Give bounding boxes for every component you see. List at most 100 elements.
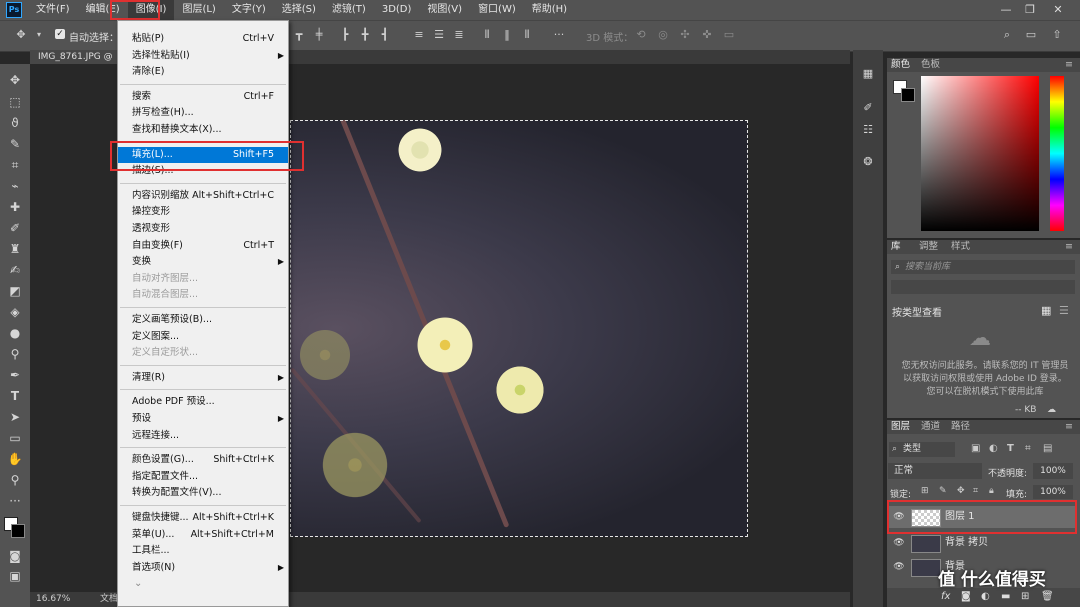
distribute-left-icon[interactable]: ⫴ <box>480 28 494 42</box>
menu-help[interactable]: 帮助(H) <box>524 0 575 20</box>
align-right-icon[interactable]: ┫ <box>378 28 392 42</box>
menu-item[interactable]: 首选项(N) ▶ <box>118 560 288 576</box>
tab-styles[interactable]: 样式 <box>951 240 970 254</box>
history-panel-icon[interactable]: ▦ <box>860 66 876 82</box>
lock-artboard-icon[interactable]: ⌗ <box>973 486 978 496</box>
quick-mask-icon[interactable]: ◙ <box>7 548 23 564</box>
align-hcenter-icon[interactable]: ╋ <box>358 28 372 42</box>
opacity-input[interactable]: 100% <box>1033 463 1073 479</box>
filter-adjustment-icon[interactable]: ◐ <box>989 443 998 454</box>
scale-3d-icon[interactable]: ▭ <box>722 28 736 42</box>
properties-panel-icon[interactable]: ☷ <box>860 122 876 138</box>
menu-select[interactable]: 选择(S) <box>274 0 324 20</box>
align-vcenter-icon[interactable]: ╪ <box>312 28 326 42</box>
healing-brush-tool-icon[interactable]: ✚ <box>7 199 23 215</box>
menu-item[interactable]: 菜单(U)... Alt+Shift+Ctrl+M <box>118 527 288 543</box>
eraser-tool-icon[interactable]: ◩ <box>7 283 23 299</box>
rectangle-tool-icon[interactable]: ▭ <box>7 430 23 446</box>
crop-tool-icon[interactable]: ⌗ <box>7 157 23 173</box>
eyedropper-tool-icon[interactable]: ⌁ <box>7 178 23 194</box>
menu-item[interactable]: 清理(R) ▶ <box>118 370 288 386</box>
tab-adjustments[interactable]: 调整 <box>919 240 938 254</box>
distribute-bottom-icon[interactable]: ≣ <box>452 28 466 42</box>
minimize-icon[interactable]: — <box>994 0 1018 20</box>
menu-item[interactable]: 粘贴(P) Ctrl+V <box>118 31 288 47</box>
pan-3d-icon[interactable]: ✣ <box>678 28 692 42</box>
layer-name[interactable]: 背景 拷贝 <box>945 532 988 554</box>
panel-menu-icon[interactable]: ≡ <box>1065 58 1073 72</box>
orbit-3d-icon[interactable]: ⟲ <box>634 28 648 42</box>
move-tool-icon[interactable]: ✥ <box>7 72 23 88</box>
menu-item[interactable]: Adobe PDF 预设... <box>118 394 288 410</box>
chevron-down-icon[interactable]: ▾ <box>32 28 46 42</box>
list-view-icon[interactable]: ☰ <box>1059 304 1069 317</box>
lasso-tool-icon[interactable]: ϑ <box>7 115 23 131</box>
menu-item[interactable]: 指定配置文件... <box>118 469 288 485</box>
menu-item[interactable]: 定义自定形状... <box>118 345 288 361</box>
zoom-tool-icon[interactable]: ⚲ <box>7 472 23 488</box>
cloud-sync-icon[interactable]: ☁ <box>1047 405 1056 415</box>
menu-3d[interactable]: 3D(D) <box>374 0 420 20</box>
slide-3d-icon[interactable]: ✜ <box>700 28 714 42</box>
fill-input[interactable]: 100% <box>1033 485 1073 499</box>
zoom-level[interactable]: 16.67% <box>36 592 70 607</box>
tab-color[interactable]: 颜色 <box>891 58 910 72</box>
character-panel-icon[interactable]: ❂ <box>860 154 876 170</box>
auto-select-checkbox[interactable]: ✓ <box>55 29 65 39</box>
search-icon[interactable]: ⌕ <box>1000 28 1014 42</box>
menu-item[interactable]: 拼写检查(H)... <box>118 105 288 121</box>
distribute-top-icon[interactable]: ≡ <box>412 28 426 42</box>
menu-item[interactable]: 工具栏... <box>118 543 288 559</box>
brush-settings-icon[interactable]: ✐ <box>860 100 876 116</box>
quick-select-tool-icon[interactable]: ✎ <box>7 136 23 152</box>
menu-item[interactable]: 键盘快捷键... Alt+Shift+Ctrl+K <box>118 510 288 526</box>
bg-color-chip[interactable] <box>901 88 915 102</box>
panel-menu-icon[interactable]: ≡ <box>1065 240 1073 254</box>
tab-paths[interactable]: 路径 <box>951 420 970 434</box>
menu-window[interactable]: 窗口(W) <box>470 0 524 20</box>
eye-icon[interactable]: 👁︎ <box>893 561 905 573</box>
distribute-vcenter-icon[interactable]: ☰ <box>432 28 446 42</box>
restore-icon[interactable]: ❐ <box>1018 0 1042 20</box>
tab-libraries[interactable]: 库 <box>891 240 901 254</box>
menu-view[interactable]: 视图(V) <box>419 0 470 20</box>
distribute-hcenter-icon[interactable]: ‖ <box>500 28 514 42</box>
more-tools-icon[interactable]: ··· <box>7 493 23 509</box>
menu-item[interactable]: 清除(E) <box>118 64 288 80</box>
blend-mode-select[interactable]: 正常 <box>888 463 982 479</box>
layer-filter-select[interactable]: 类型 <box>889 442 955 457</box>
close-icon[interactable]: ✕ <box>1046 0 1070 20</box>
menu-item[interactable]: 自动混合图层... <box>118 287 288 303</box>
distribute-right-icon[interactable]: ⦀ <box>520 28 534 42</box>
color-field[interactable] <box>921 76 1039 231</box>
screen-mode-icon[interactable]: ▣ <box>7 568 23 584</box>
tab-layers[interactable]: 图层 <box>891 420 910 434</box>
menu-item[interactable]: 搜索 Ctrl+F <box>118 89 288 105</box>
menu-file[interactable]: 文件(F) <box>28 0 78 20</box>
filter-type-icon[interactable]: T <box>1007 443 1014 454</box>
align-top-icon[interactable]: ┳ <box>292 28 306 42</box>
background-color-swatch[interactable] <box>11 524 25 538</box>
menu-item[interactable]: 透视变形 <box>118 221 288 237</box>
dodge-tool-icon[interactable]: ⚲ <box>7 346 23 362</box>
menu-item[interactable]: 转换为配置文件(V)... <box>118 485 288 501</box>
tab-swatches[interactable]: 色板 <box>921 58 940 72</box>
view-by-type-label[interactable]: 按类型查看 <box>892 304 942 319</box>
lock-position-icon[interactable]: ✥ <box>957 486 965 496</box>
paint-bucket-tool-icon[interactable]: ◈ <box>7 304 23 320</box>
menu-item[interactable]: 远程连接... <box>118 428 288 444</box>
workspace-icon[interactable]: ▭ <box>1024 28 1038 42</box>
menu-item[interactable]: 内容识别缩放 Alt+Shift+Ctrl+C <box>118 188 288 204</box>
marquee-tool-icon[interactable]: ⬚ <box>7 94 23 110</box>
menu-item[interactable]: 预设 ▶ <box>118 411 288 427</box>
menu-item[interactable]: 选择性粘贴(I) ▶ <box>118 48 288 64</box>
move-tool-icon[interactable]: ✥ <box>14 28 28 42</box>
menu-item[interactable]: 定义画笔预设(B)... <box>118 312 288 328</box>
filter-pixel-icon[interactable]: ▣ <box>971 443 980 454</box>
grid-view-icon[interactable]: ▦ <box>1041 304 1051 317</box>
type-tool-icon[interactable]: T <box>7 388 23 404</box>
path-select-tool-icon[interactable]: ➤ <box>7 409 23 425</box>
roll-3d-icon[interactable]: ◎ <box>656 28 670 42</box>
library-search-input[interactable]: 搜索当前库 <box>891 260 1075 274</box>
lock-all-icon[interactable]: 🔒︎ <box>989 486 994 496</box>
